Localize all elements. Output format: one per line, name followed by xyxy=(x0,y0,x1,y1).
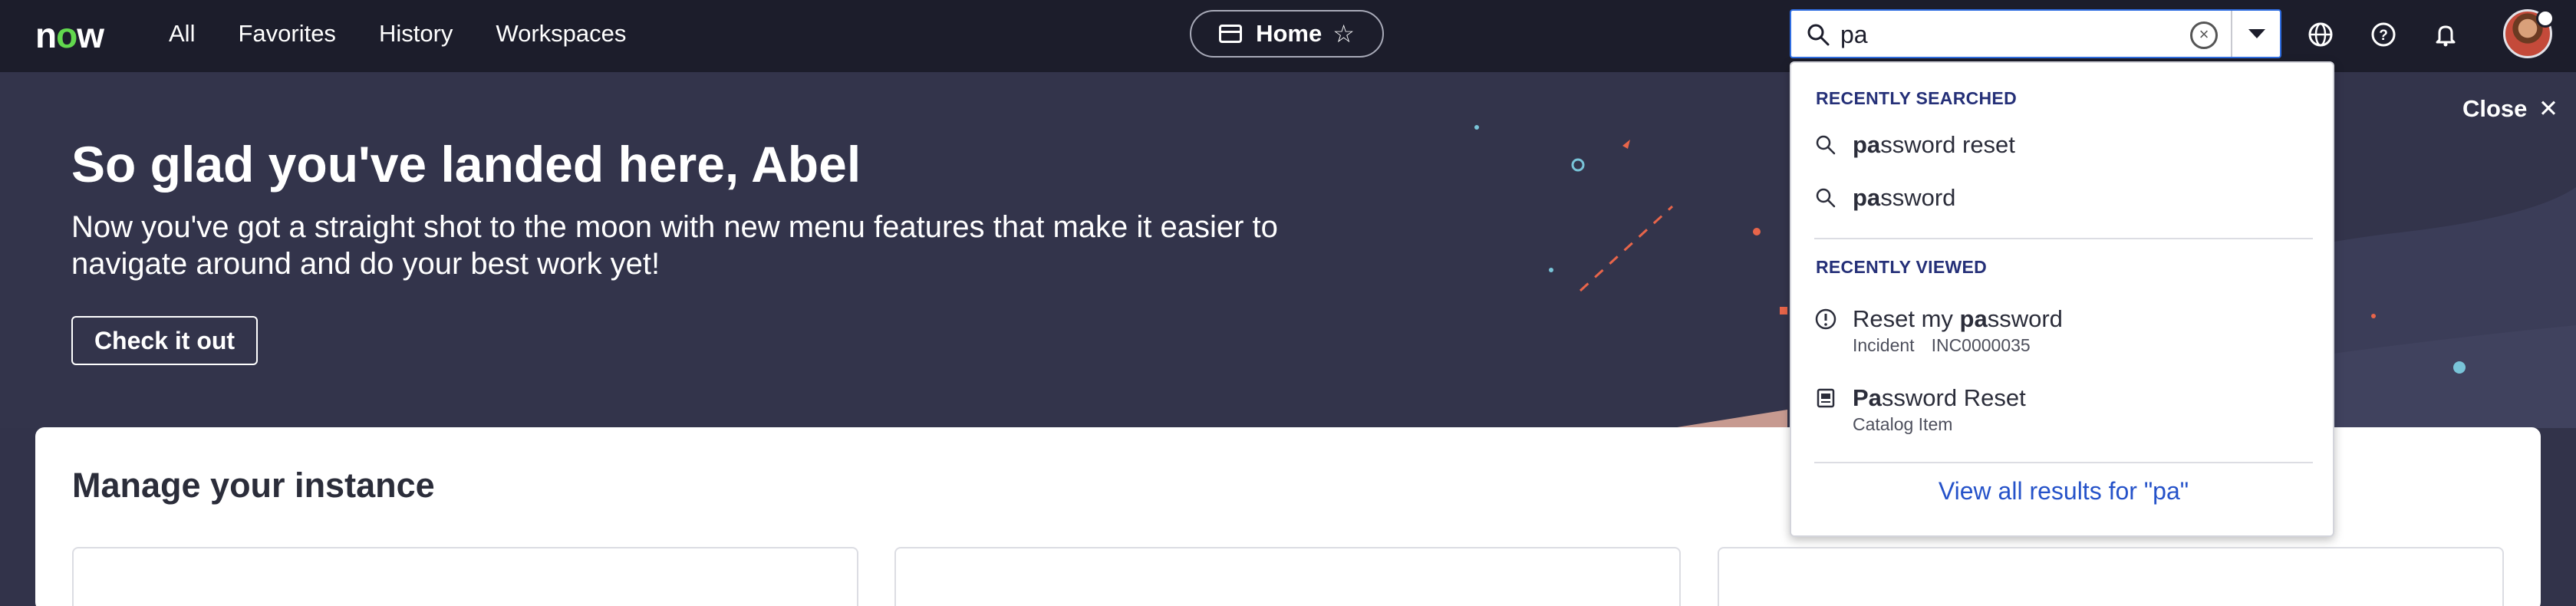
recent-search-item[interactable]: password xyxy=(1814,183,2305,212)
search-icon xyxy=(1816,188,1836,208)
browser-window-icon xyxy=(1219,25,1243,43)
section-title: Manage your instance xyxy=(72,466,435,505)
search-divider xyxy=(2231,11,2232,57)
nav-link-history[interactable]: History xyxy=(379,20,453,48)
global-search-box: × xyxy=(1790,9,2281,58)
bell-icon[interactable] xyxy=(2430,19,2461,50)
search-results-dropdown: RECENTLY SEARCHED password reset passwor… xyxy=(1790,61,2334,537)
recent-search-text: password xyxy=(1853,184,1956,211)
nav-link-favorites[interactable]: Favorites xyxy=(238,20,335,48)
instance-tile[interactable] xyxy=(894,547,1681,606)
close-banner-button[interactable]: Close ✕ xyxy=(2462,95,2558,123)
search-icon xyxy=(1807,24,1830,46)
search-icon xyxy=(1816,135,1836,155)
close-label: Close xyxy=(2462,95,2528,122)
nav-link-all[interactable]: All xyxy=(169,20,195,48)
clear-search-icon[interactable]: × xyxy=(2190,21,2218,49)
svg-text:?: ? xyxy=(2379,28,2388,44)
nav-link-workspaces[interactable]: Workspaces xyxy=(496,20,626,48)
recently-searched-heading: RECENTLY SEARCHED xyxy=(1816,88,2017,108)
instance-tile[interactable] xyxy=(72,547,858,606)
section-divider xyxy=(1814,238,2313,239)
favorite-star-icon[interactable]: ☆ xyxy=(1332,19,1355,48)
search-scope-dropdown-button[interactable] xyxy=(2233,11,2280,57)
view-all-results-link[interactable]: View all results for "pa" xyxy=(1791,477,2336,506)
close-icon: ✕ xyxy=(2538,95,2559,122)
search-input[interactable] xyxy=(1840,18,2193,51)
recent-viewed-title: Password Reset xyxy=(1853,384,2026,411)
recently-viewed-heading: RECENTLY VIEWED xyxy=(1816,257,1988,277)
recent-viewed-meta: Incident INC0000035 xyxy=(1853,335,2031,355)
recent-viewed-item[interactable]: Reset my password Incident INC0000035 xyxy=(1814,305,2305,357)
banner-subtitle: Now you've got a straight shot to the mo… xyxy=(71,210,1278,281)
help-icon[interactable]: ? xyxy=(2368,19,2399,50)
recent-viewed-meta: Catalog Item xyxy=(1853,414,1953,434)
banner-title: So glad you've landed here, Abel xyxy=(71,136,861,193)
instance-tile[interactable] xyxy=(1718,547,2504,606)
catalog-item-icon xyxy=(1817,388,1835,408)
avatar-status-badge xyxy=(2536,9,2555,28)
home-context-pill[interactable]: Home ☆ xyxy=(1190,10,1384,58)
globe-icon[interactable] xyxy=(2305,19,2336,50)
section-divider xyxy=(1814,462,2313,463)
check-it-out-button[interactable]: Check it out xyxy=(71,316,258,365)
chevron-down-icon xyxy=(2248,29,2265,38)
incident-icon xyxy=(1815,308,1836,330)
recent-search-item[interactable]: password reset xyxy=(1814,130,2305,160)
home-label: Home xyxy=(1256,20,1323,47)
recent-search-text: password reset xyxy=(1853,131,2015,158)
recent-viewed-title: Reset my password xyxy=(1853,305,2063,332)
servicenow-logo[interactable]: now xyxy=(35,15,104,55)
recent-viewed-item[interactable]: Password Reset Catalog Item xyxy=(1814,384,2305,436)
nav-links: All Favorites History Workspaces xyxy=(169,0,669,68)
logo-text: now xyxy=(35,15,104,55)
